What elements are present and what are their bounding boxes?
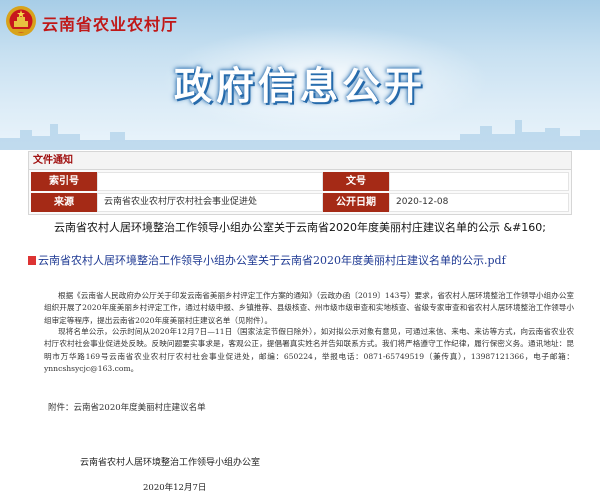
attachment-pdf-link[interactable]: 云南省农村人居环境整治工作领导小组办公室关于云南省2020年度美丽村庄建议名单的… (28, 252, 588, 268)
pdf-file-icon (28, 255, 36, 265)
publish-date-label: 公开日期 (323, 193, 389, 212)
body-paragraph-2: 现将名单公示，公示时间从2020年12月7日—11日（国家法定节假日除外），如对… (44, 326, 574, 375)
index-number-label: 索引号 (31, 172, 97, 191)
document-title: 云南省农村人居环境整治工作领导小组办公室关于云南省2020年度美丽村庄建议名单的… (54, 221, 546, 234)
national-emblem-icon (6, 6, 36, 36)
signing-date: 2020年12月7日 (143, 483, 207, 493)
site-name[interactable]: 云南省农业农村厅 (42, 11, 178, 35)
body-paragraph-1: 根据《云南省人民政府办公厅关于印发云南省美丽乡村评定工作方案的通知》（云政办函〔… (44, 290, 574, 327)
document-info-panel: 文件通知 索引号 文号 来源 云南省农业农村厅农村社会事业促进处 公开日期 20… (28, 151, 572, 215)
attachment-note: 附件：云南省2020年度美丽村庄建议名单 (48, 403, 206, 413)
info-row-index: 索引号 文号 (31, 172, 569, 191)
source-value: 云南省农业农村厅农村社会事业促进处 (97, 193, 323, 212)
signing-organization: 云南省农村人居环境整治工作领导小组办公室 (80, 458, 261, 468)
document-number-value (389, 172, 569, 191)
body-paragraph-2-text: 现将名单公示，公示时间从2020年12月7日—11日（国家法定节假日除外），如对… (44, 327, 574, 373)
body-paragraph-1-text: 根据《云南省人民政府办公厅关于印发云南省美丽乡村评定工作方案的通知》（云政办函〔… (44, 291, 575, 325)
index-number-value (97, 172, 323, 191)
source-label: 来源 (31, 193, 97, 212)
info-row-source: 来源 云南省农业农村厅农村社会事业促进处 公开日期 2020-12-08 (31, 193, 569, 212)
document-number-label: 文号 (323, 172, 389, 191)
header-banner: 云南省农业农村厅 政府信息公开 (0, 0, 600, 150)
skyline-decoration (0, 120, 600, 150)
attachment-pdf-link-text[interactable]: 云南省农村人居环境整治工作领导小组办公室关于云南省2020年度美丽村庄建议名单的… (38, 254, 506, 267)
info-panel-heading: 文件通知 (29, 152, 571, 170)
banner-title: 政府信息公开 (173, 64, 426, 108)
publish-date-value: 2020-12-08 (389, 193, 569, 212)
